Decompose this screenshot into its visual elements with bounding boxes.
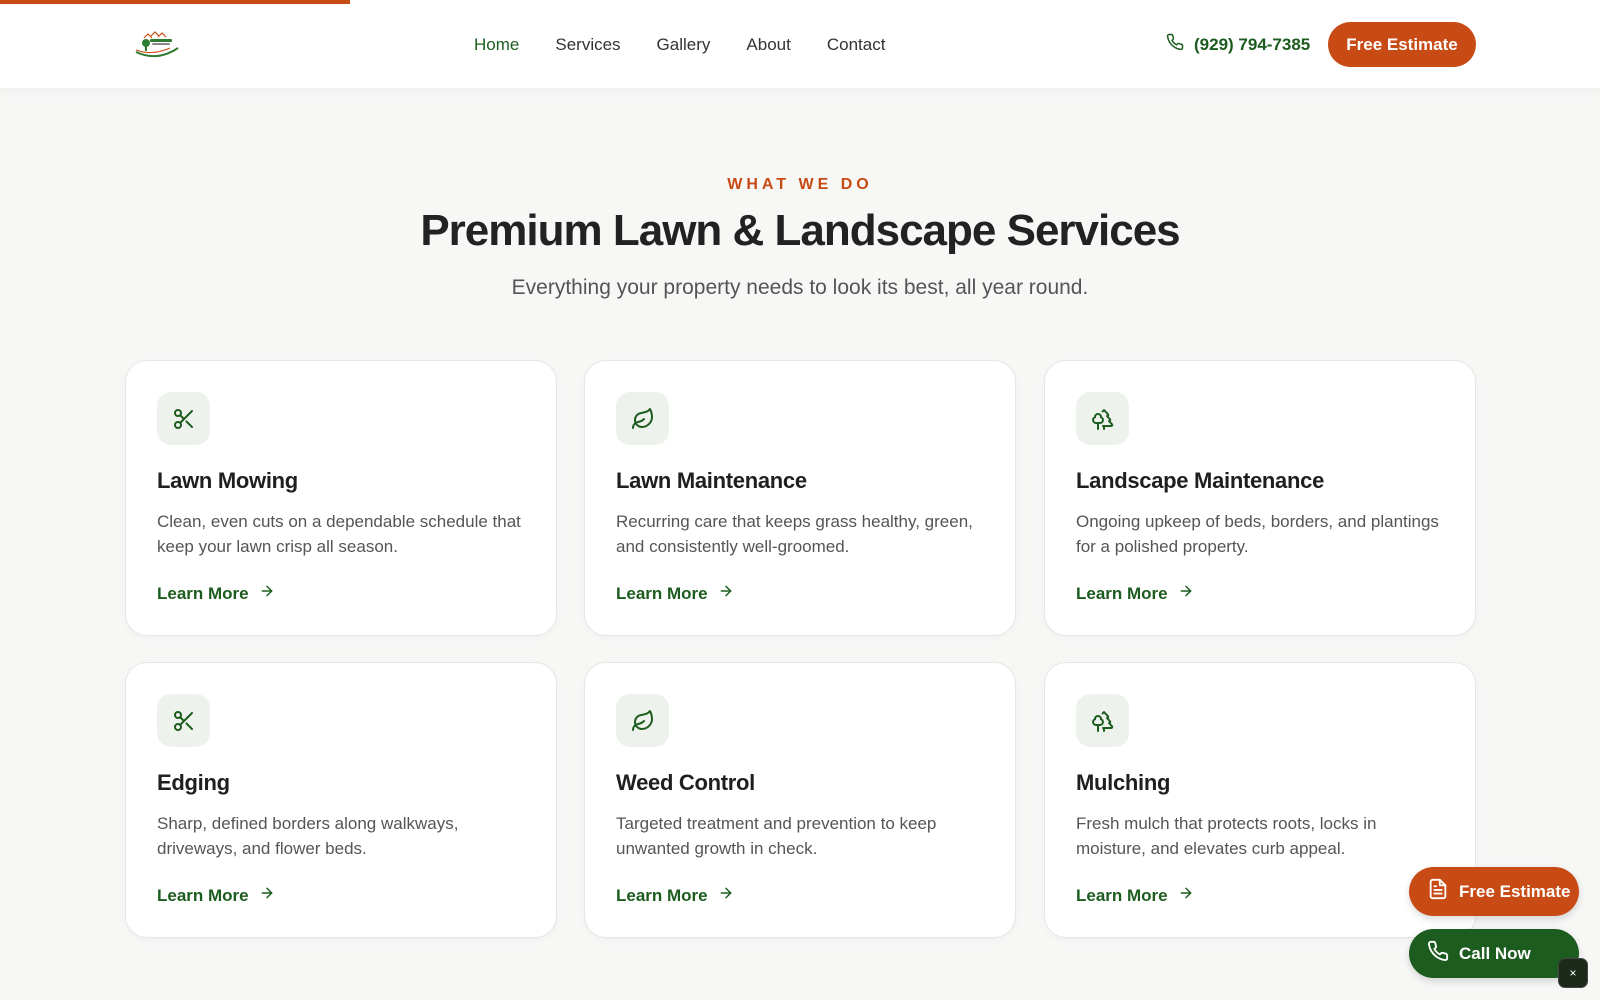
card-title: Landscape Maintenance: [1076, 468, 1325, 493]
scissors-icon: [157, 392, 210, 445]
nav-about[interactable]: About: [746, 35, 790, 55]
nav-home[interactable]: Home: [474, 35, 519, 55]
nav-gallery[interactable]: Gallery: [657, 35, 711, 55]
card-description: Targeted treatment and prevention to kee…: [616, 814, 937, 858]
section-eyebrow: WHAT WE DO: [727, 176, 873, 193]
learn-more-link[interactable]: Learn More: [1076, 885, 1194, 906]
nav-contact[interactable]: Contact: [827, 35, 886, 55]
card-description: Sharp, defined borders along walkways, d…: [157, 814, 459, 858]
free-estimate-button[interactable]: Free Estimate: [1328, 22, 1476, 67]
learn-more-link[interactable]: Learn More: [616, 885, 734, 906]
site-header: Home Services Gallery About Contact (929…: [0, 0, 1600, 88]
scissors-icon: [157, 694, 210, 747]
learn-more-label: Learn More: [1076, 583, 1168, 603]
scroll-progress-bar: [0, 0, 350, 4]
nav-services[interactable]: Services: [555, 35, 620, 55]
section-title: Premium Lawn & Landscape Services: [420, 206, 1180, 255]
learn-more-link[interactable]: Learn More: [157, 885, 275, 906]
card-description: Fresh mulch that protects roots, locks i…: [1076, 814, 1377, 858]
learn-more-label: Learn More: [616, 885, 708, 905]
header-phone-link[interactable]: (929) 794-7385: [1166, 33, 1310, 56]
arrow-right-icon: [718, 583, 734, 604]
learn-more-label: Learn More: [1076, 885, 1168, 905]
card-title: Edging: [157, 770, 230, 795]
phone-icon: [1427, 940, 1449, 967]
floating-call-now-button[interactable]: Call Now: [1409, 929, 1579, 978]
learn-more-link[interactable]: Learn More: [1076, 583, 1194, 604]
floating-estimate-label: Free Estimate: [1459, 881, 1571, 901]
card-title: Mulching: [1076, 770, 1171, 795]
phone-number: (929) 794-7385: [1194, 34, 1311, 54]
phone-icon: [1166, 33, 1184, 56]
learn-more-label: Learn More: [616, 583, 708, 603]
card-title: Lawn Mowing: [157, 468, 298, 493]
company-logo[interactable]: [134, 26, 180, 60]
service-card-edging: Edging Sharp, defined borders along walk…: [125, 662, 557, 938]
document-icon: [1427, 878, 1449, 905]
trees-icon: [1076, 694, 1129, 747]
arrow-right-icon: [718, 885, 734, 906]
card-description: Recurring care that keeps grass healthy,…: [616, 512, 973, 556]
learn-more-label: Learn More: [157, 583, 249, 603]
floating-free-estimate-button[interactable]: Free Estimate: [1409, 867, 1579, 916]
arrow-right-icon: [1178, 583, 1194, 604]
leaf-icon: [616, 694, 669, 747]
leaf-icon: [616, 392, 669, 445]
arrow-right-icon: [259, 583, 275, 604]
arrow-right-icon: [1178, 885, 1194, 906]
card-title: Lawn Maintenance: [616, 468, 807, 493]
learn-more-link[interactable]: Learn More: [157, 583, 275, 604]
trees-icon: [1076, 392, 1129, 445]
card-description: Clean, even cuts on a dependable schedul…: [157, 512, 521, 556]
main-nav: Home Services Gallery About Contact: [474, 35, 885, 55]
card-title: Weed Control: [616, 770, 755, 795]
service-card-weed-control: Weed Control Targeted treatment and prev…: [584, 662, 1016, 938]
floating-call-label: Call Now: [1459, 943, 1531, 963]
service-card-landscape-maintenance: Landscape Maintenance Ongoing upkeep of …: [1044, 360, 1476, 636]
section-subtitle: Everything your property needs to look i…: [511, 276, 1089, 299]
card-description: Ongoing upkeep of beds, borders, and pla…: [1076, 512, 1439, 556]
close-floating-buttons-button[interactable]: ×: [1558, 958, 1588, 988]
learn-more-link[interactable]: Learn More: [616, 583, 734, 604]
service-card-lawn-maintenance: Lawn Maintenance Recurring care that kee…: [584, 360, 1016, 636]
learn-more-label: Learn More: [157, 885, 249, 905]
arrow-right-icon: [259, 885, 275, 906]
service-card-lawn-mowing: Lawn Mowing Clean, even cuts on a depend…: [125, 360, 557, 636]
